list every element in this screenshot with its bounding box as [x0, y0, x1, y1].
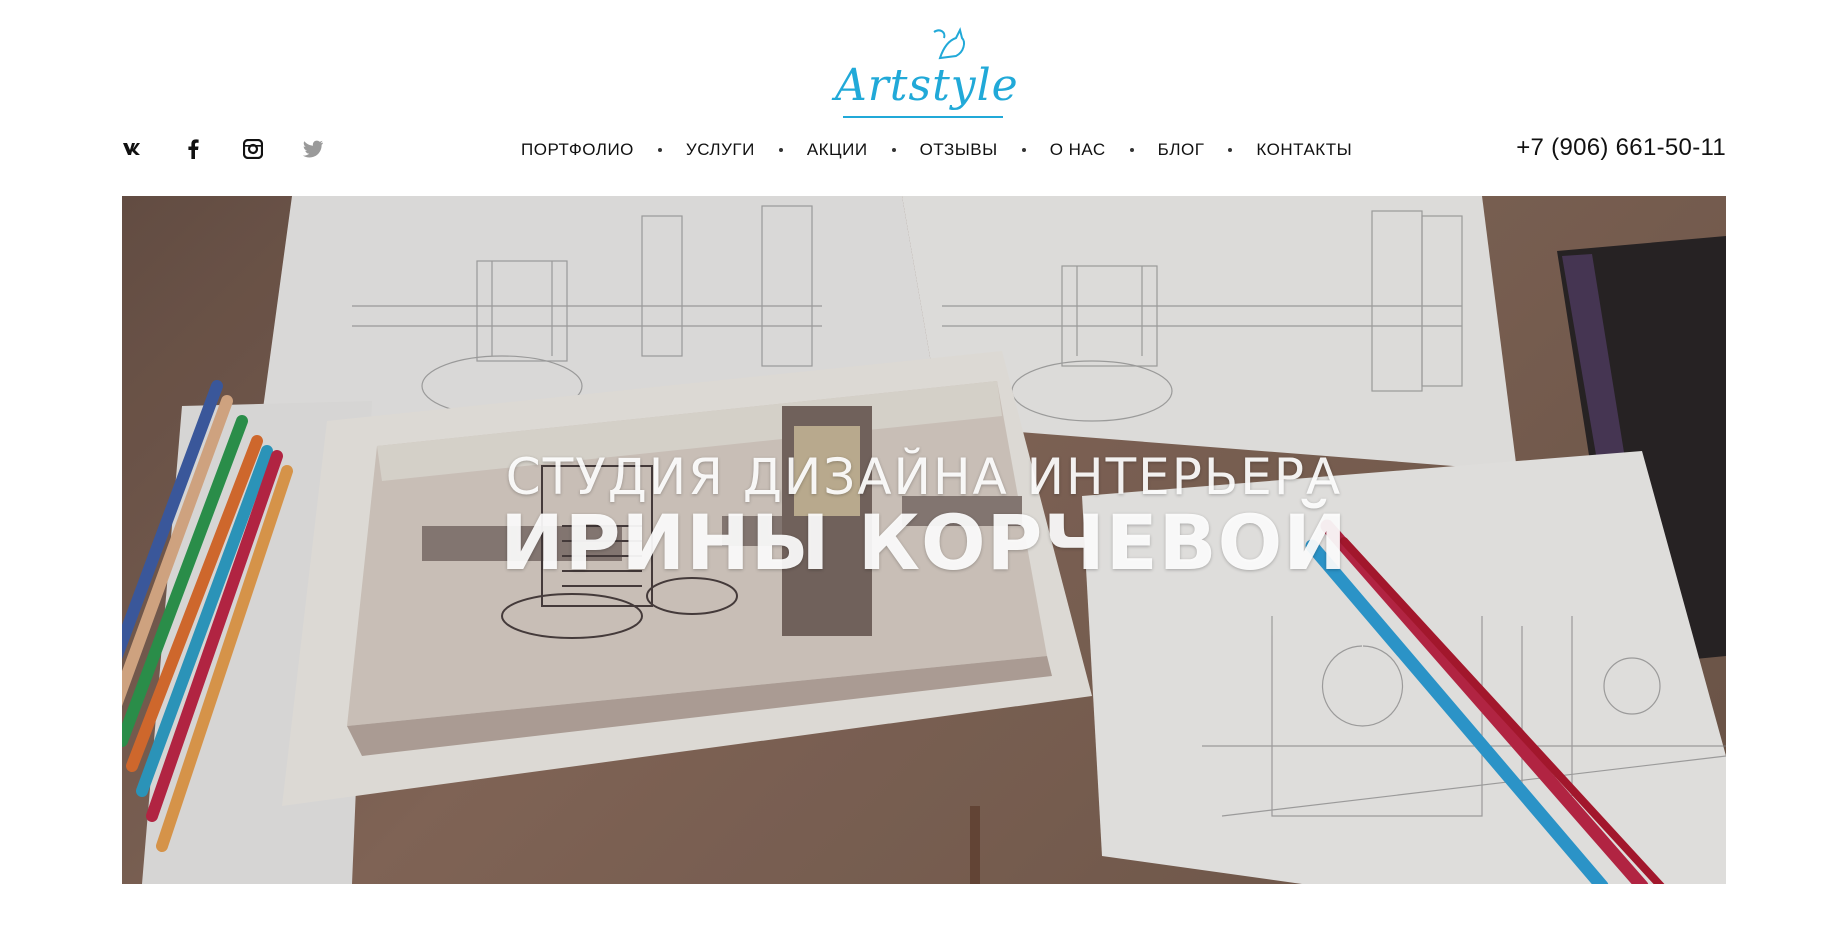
hero-title: ИРИНЫ КОРЧЕВОЙ [500, 498, 1348, 587]
nav-separator [1021, 148, 1026, 152]
nav-reviews[interactable]: ОТЗЫВЫ [920, 140, 998, 160]
nav-contacts[interactable]: КОНТАКТЫ [1256, 140, 1352, 160]
nav-services[interactable]: УСЛУГИ [686, 140, 755, 160]
nav-separator [1129, 148, 1134, 152]
nav-promotions[interactable]: АКЦИИ [807, 140, 868, 160]
nav-portfolio[interactable]: ПОРТФОЛИО [521, 140, 634, 160]
twitter-icon[interactable] [302, 138, 324, 160]
main-nav: ПОРТФОЛИО УСЛУГИ АКЦИИ ОТЗЫВЫ О НАС БЛОГ… [521, 140, 1352, 160]
social-links [122, 138, 324, 160]
nav-separator [778, 148, 783, 152]
nav-about[interactable]: О НАС [1050, 140, 1106, 160]
phone-number[interactable]: +7 (906) 661-50-11 [1516, 134, 1726, 162]
cat-logo-icon [933, 27, 965, 60]
facebook-icon[interactable] [182, 138, 204, 160]
vk-icon[interactable] [122, 138, 144, 160]
hero-banner: СТУДИЯ ДИЗАЙНА ИНТЕРЬЕРА ИРИНЫ КОРЧЕВОЙ [122, 196, 1726, 884]
logo-underline [843, 116, 1003, 118]
nav-separator [657, 148, 662, 152]
nav-separator [1228, 148, 1233, 152]
nav-blog[interactable]: БЛОГ [1158, 140, 1205, 160]
instagram-icon[interactable] [242, 138, 264, 160]
logo-text: Artstyle [835, 60, 1019, 111]
site-logo[interactable]: Artstyle [835, 24, 1019, 124]
nav-separator [891, 148, 896, 152]
